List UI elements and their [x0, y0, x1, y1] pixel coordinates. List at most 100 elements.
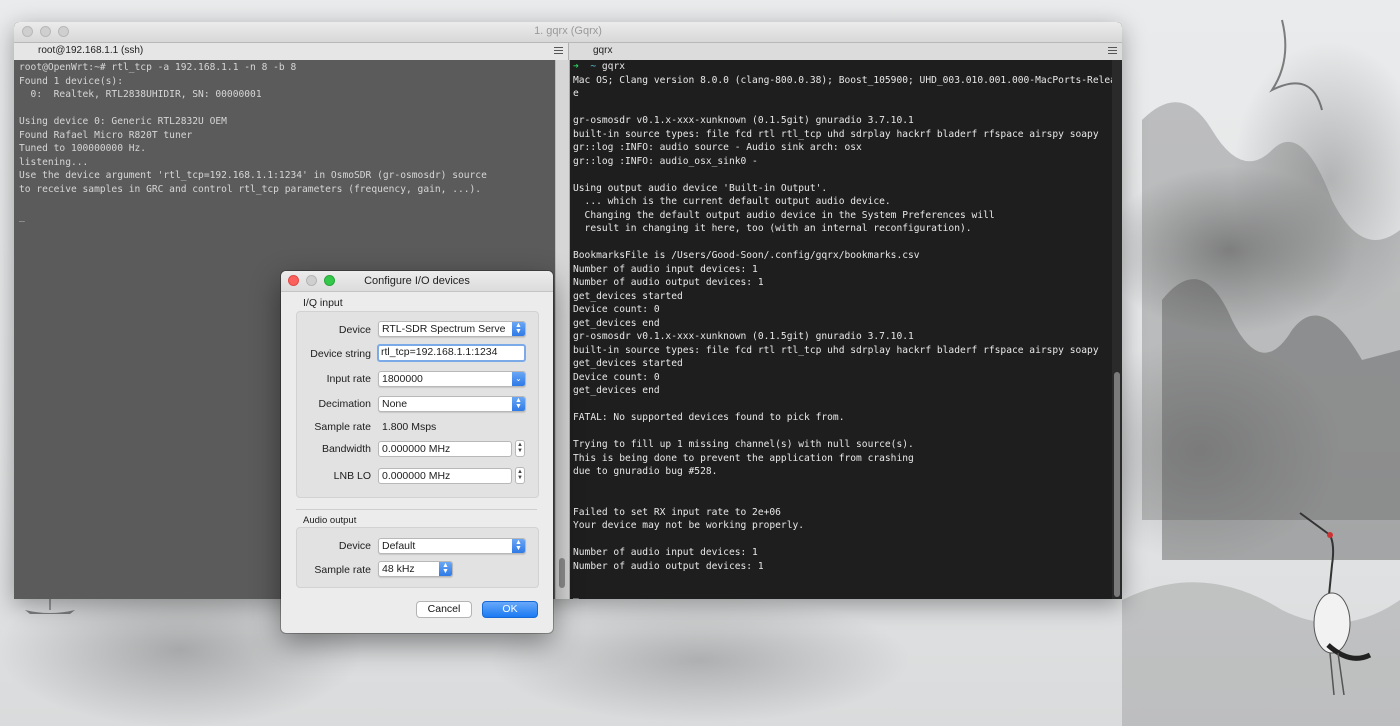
lnb-lo-label: LNB LO — [333, 470, 371, 482]
gqrx-scrollbar[interactable] — [1112, 60, 1122, 599]
audio-sample-rate-label: Sample rate — [314, 564, 371, 576]
gqrx-terminal-line: Mac OS; Clang version 8.0.0 (clang-800.0… — [573, 74, 1112, 86]
prompt-arrow-icon: ➜ — [573, 61, 579, 72]
dialog-title: Configure I/O devices — [364, 275, 470, 287]
gqrx-terminal-line: built-in source types: file fcd rtl rtl_… — [573, 128, 1099, 140]
gqrx-terminal-line: Number of audio input devices: 1 — [573, 547, 758, 558]
iq-device-select[interactable]: RTL-SDR Spectrum Serve ▲ ▼ — [378, 321, 526, 337]
gqrx-terminal-line: FATAL: No supported devices found to pic… — [573, 412, 845, 423]
input-rate-value: 1800000 — [382, 373, 423, 385]
bandwidth-stepper[interactable]: ▲ ▼ — [515, 440, 525, 457]
lnb-lo-value: 0.000000 MHz — [382, 470, 451, 482]
lnb-lo-input[interactable]: 0.000000 MHz — [378, 468, 512, 484]
gqrx-terminal-pane[interactable]: ➜ ~ gqrx Mac OS; Clang version 8.0.0 (cla… — [570, 60, 1112, 599]
ssh-terminal-line: Found Rafael Micro R820T tuner — [19, 129, 193, 141]
input-rate-combo[interactable]: 1800000 ⌄ — [378, 371, 526, 387]
device-string-value: rtl_tcp=192.168.1.1:1234 — [381, 346, 498, 358]
gqrx-terminal-line: e — [573, 88, 579, 99]
terminal-title-bar[interactable]: 1. gqrx (Gqrx) — [14, 22, 1122, 43]
gqrx-terminal-line: get_devices started — [573, 358, 683, 369]
tab-bar: root@192.168.1.1 (ssh) gqrx — [14, 43, 1122, 61]
chevron-updown-icon: ▲ ▼ — [439, 562, 452, 576]
gqrx-terminal-line: gr::log :INFO: audio source - Audio sink… — [573, 142, 862, 153]
gqrx-terminal-line: Number of audio output devices: 1 — [573, 277, 764, 288]
ssh-terminal-line: 0: Realtek, RTL2838UHIDIR, SN: 00000001 — [19, 89, 262, 100]
ssh-terminal-line: root@OpenWrt:~# rtl_tcp -a 192.168.1.1 -… — [19, 62, 297, 73]
gqrx-terminal-line — [573, 479, 1107, 493]
ssh-terminal-line: Using device 0: Generic RTL2832U OEM — [19, 116, 227, 127]
gqrx-terminal-line: Trying to fill up 1 missing channel(s) w… — [573, 439, 914, 450]
gqrx-terminal-line: BookmarksFile is /Users/Good-Soon/.confi… — [573, 250, 920, 261]
gqrx-terminal-line: gr::log :INFO: audio_osx_sink0 - — [573, 155, 758, 167]
gqrx-terminal-line: ... which is the current default output … — [573, 196, 891, 207]
device-string-input[interactable]: rtl_tcp=192.168.1.1:1234 — [377, 344, 526, 362]
gqrx-terminal-line — [573, 533, 1107, 547]
gqrx-terminal-line: Using output audio device 'Built-in Outp… — [573, 182, 828, 194]
tab-ssh[interactable]: root@192.168.1.1 (ssh) — [14, 43, 569, 60]
ssh-scrollbar[interactable] — [555, 60, 570, 599]
gqrx-terminal-line — [573, 101, 1107, 115]
gqrx-scrollbar-thumb[interactable] — [1114, 372, 1120, 597]
gqrx-terminal-line: Number of audio output devices: 1 — [573, 560, 764, 572]
gqrx-terminal-line: get_devices end — [573, 317, 660, 329]
gqrx-terminal-line: Device count: 0 — [573, 371, 660, 383]
sample-rate-value: 1.800 Msps — [382, 421, 437, 433]
iq-input-section-label: I/Q input — [303, 297, 343, 309]
gqrx-terminal-line — [573, 425, 1107, 439]
decimation-value: None — [382, 398, 408, 410]
audio-device-label: Device — [338, 540, 371, 552]
prompt-directory: ~ — [590, 61, 597, 72]
terminal-window: 1. gqrx (Gqrx) root@192.168.1.1 (ssh) gq… — [14, 22, 1122, 599]
cancel-button[interactable]: Cancel — [416, 601, 472, 618]
ok-button[interactable]: OK — [482, 601, 538, 618]
pane-menu-icon[interactable] — [554, 47, 563, 54]
iq-device-value: RTL-SDR Spectrum Serve — [382, 323, 506, 335]
gqrx-terminal-line — [573, 168, 1107, 182]
section-divider — [296, 509, 537, 510]
gqrx-terminal-line: Device count: 0 — [573, 304, 660, 315]
chevron-updown-icon: ▲ ▼ — [512, 539, 525, 553]
chevron-down-icon[interactable]: ⌄ — [512, 372, 525, 386]
bandwidth-input[interactable]: 0.000000 MHz — [378, 441, 512, 457]
tab-ssh-label: root@192.168.1.1 (ssh) — [38, 45, 144, 56]
gqrx-terminal-line: built-in source types: file fcd rtl rtl_… — [573, 344, 1099, 356]
ssh-terminal-line: Found 1 device(s): — [19, 75, 123, 87]
dialog-title-bar[interactable]: Configure I/O devices — [281, 271, 553, 292]
sample-rate-label: Sample rate — [314, 421, 371, 433]
decimation-select[interactable]: None ▲ ▼ — [378, 396, 526, 412]
gqrx-terminal-output: ➜ ~ gqrx Mac OS; Clang version 8.0.0 (cla… — [570, 60, 1112, 599]
gqrx-terminal-line: This is being done to prevent the applic… — [573, 452, 914, 464]
chevron-updown-icon: ▲ ▼ — [512, 322, 525, 336]
bandwidth-value: 0.000000 MHz — [382, 443, 451, 455]
audio-device-select[interactable]: Default ▲ ▼ — [378, 538, 526, 554]
iq-device-label: Device — [338, 324, 371, 336]
gqrx-terminal-line: get_devices end — [573, 385, 660, 396]
window-title: 1. gqrx (Gqrx) — [534, 25, 602, 37]
crane-illustration — [1299, 512, 1372, 695]
gqrx-terminal-line: Failed to set RX input rate to 2e+06 — [573, 506, 781, 518]
ssh-terminal-line — [19, 196, 550, 210]
ssh-terminal-line: Tuned to 100000000 Hz. — [19, 143, 147, 154]
ssh-terminal-output: root@OpenWrt:~# rtl_tcp -a 192.168.1.1 -… — [14, 60, 555, 223]
bandwidth-label: Bandwidth — [321, 443, 371, 455]
pane-menu-icon[interactable] — [1108, 47, 1117, 54]
gqrx-terminal-line: Your device may not be working properly. — [573, 520, 805, 531]
decimation-label: Decimation — [318, 398, 371, 410]
ssh-terminal-line: _ — [19, 210, 25, 222]
device-string-label: Device string — [310, 348, 371, 360]
lnb-lo-stepper[interactable]: ▲ ▼ — [515, 467, 525, 484]
gqrx-terminal-line: Number of audio input devices: 1 — [573, 263, 758, 275]
audio-sample-rate-select[interactable]: 48 kHz ▲ ▼ — [378, 561, 453, 577]
audio-output-group — [296, 527, 539, 588]
prompt-command: gqrx — [601, 61, 626, 72]
ssh-scrollbar-thumb[interactable] — [559, 558, 565, 588]
chevron-updown-icon: ▲ ▼ — [512, 397, 525, 411]
gqrx-terminal-line: due to gnuradio bug #528. — [573, 466, 718, 477]
gqrx-terminal-line: get_devices started — [573, 290, 683, 302]
configure-io-dialog: Configure I/O devices I/Q input Device R… — [281, 271, 553, 633]
audio-device-value: Default — [382, 540, 416, 552]
ssh-terminal-line: to receive samples in GRC and control rt… — [19, 183, 482, 195]
tab-gqrx[interactable]: gqrx — [569, 43, 1122, 60]
gqrx-terminal-line: gr-osmosdr v0.1.x-xxx-xunknown (0.1.5git… — [573, 331, 914, 342]
gqrx-terminal-line: _ — [573, 587, 579, 599]
